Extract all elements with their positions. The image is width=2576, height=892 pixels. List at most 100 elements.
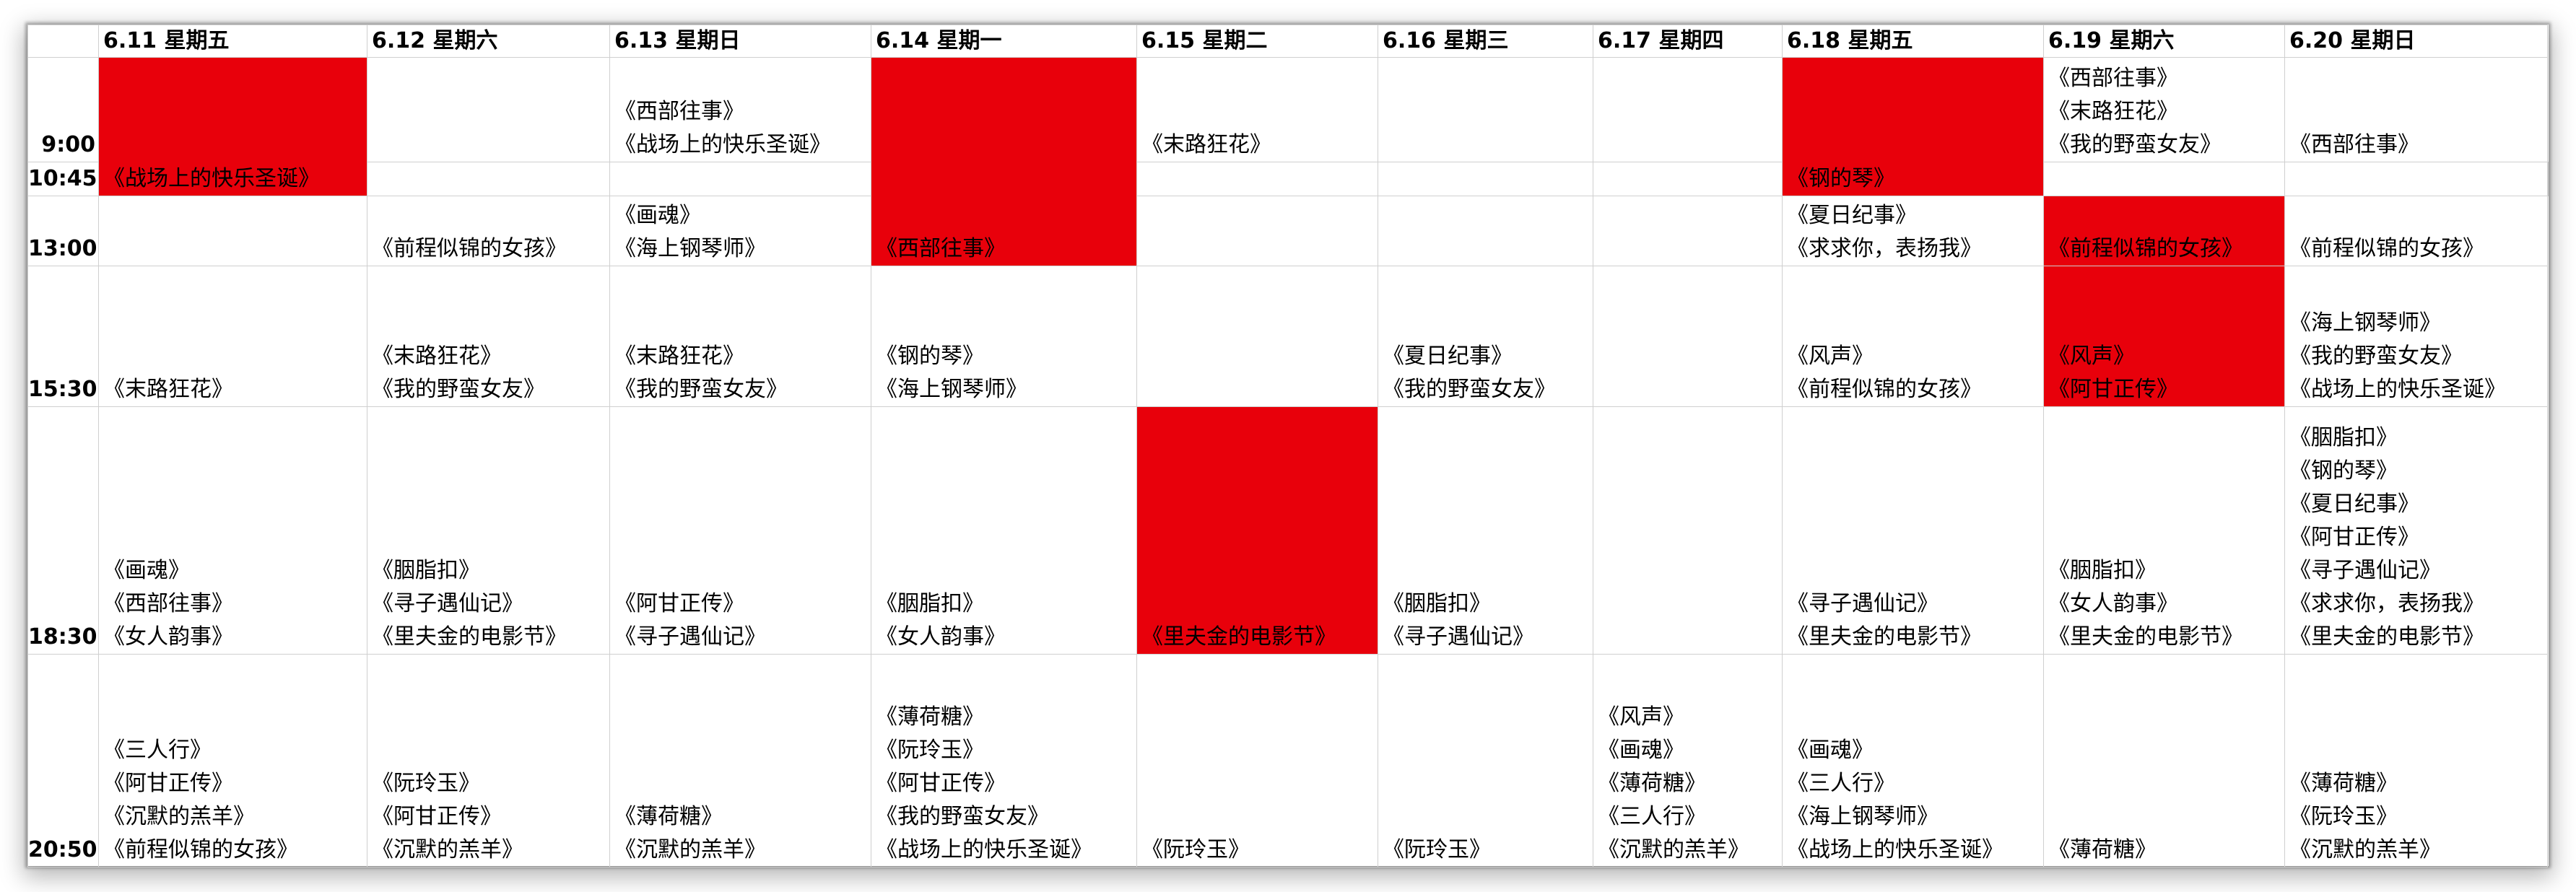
film-title: 《风声》	[1598, 704, 1684, 730]
schedule-cell[interactable]: 《风声》 《画魂》 《薄荷糖》 《三人行》 《沉默的羔羊》	[1593, 654, 1783, 867]
day-header[interactable]: 6.19 星期六	[2043, 25, 2285, 58]
schedule-cell[interactable]: 《薄荷糖》 《沉默的羔羊》	[609, 654, 871, 867]
schedule-cell[interactable]: 《西部往事》 《末路狂花》 《我的野蛮女友》	[2043, 57, 2285, 162]
schedule-cell[interactable]	[1136, 162, 1378, 196]
day-header[interactable]: 6.12 星期六	[367, 25, 610, 58]
schedule-cell[interactable]	[1593, 266, 1783, 407]
film-title: 《画魂》	[1787, 738, 1874, 763]
schedule-cell[interactable]: 《西部往事》	[2284, 57, 2548, 162]
film-title: 《女人韵事》	[876, 624, 1006, 650]
schedule-cell[interactable]: 《海上钢琴师》 《我的野蛮女友》 《战场上的快乐圣诞》	[2284, 266, 2548, 407]
schedule-cell[interactable]: 《胭脂扣》 《寻子遇仙记》 《里夫金的电影节》	[367, 406, 610, 655]
film-title: 《沉默的羔羊》	[103, 804, 255, 829]
schedule-cell[interactable]	[367, 57, 610, 162]
film-title: 《胭脂扣》	[372, 558, 480, 583]
schedule-cell[interactable]: 《胭脂扣》 《钢的琴》 《夏日纪事》 《阿甘正传》 《寻子遇仙记》 《求求你，表扬我》 《里…	[2284, 406, 2548, 655]
schedule-cell[interactable]: 《风声》 《前程似锦的女孩》	[1782, 266, 2044, 407]
time-label[interactable]: 18:30	[27, 406, 99, 655]
schedule-cell[interactable]: 《前程似锦的女孩》	[367, 196, 610, 266]
schedule-cell[interactable]	[2547, 162, 2549, 196]
film-title: 《西部往事》	[2048, 66, 2178, 91]
film-title: 《薄荷糖》	[2048, 837, 2157, 862]
schedule-cell[interactable]: 《风声》 《阿甘正传》	[2043, 266, 2285, 407]
day-header[interactable]: 6.13 星期日	[609, 25, 871, 58]
schedule-cell[interactable]: 《三人行》 《阿甘正传》 《沉默的羔羊》 《前程似锦的女孩》	[98, 654, 367, 867]
schedule-cell[interactable]: 《前程似锦的女孩》	[2043, 196, 2285, 266]
film-title: 《三人行》	[1787, 771, 1895, 796]
film-title: 《阮玲玉》	[1383, 837, 1491, 862]
schedule-cell[interactable]: 《钢的琴》 《海上钢琴师》	[871, 266, 1137, 407]
schedule-cell[interactable]	[1378, 196, 1593, 266]
schedule-cell[interactable]: 《阿甘正传》 《寻子遇仙记》	[609, 406, 871, 655]
film-title: 《女人韵事》	[103, 624, 233, 650]
schedule-cell[interactable]: 《西部往事》 《战场上的快乐圣诞》	[609, 57, 871, 162]
schedule-cell[interactable]	[1136, 196, 1378, 266]
schedule-cell[interactable]: 《战场上的快乐圣诞》	[98, 57, 367, 196]
film-title: 《战场上的快乐圣诞》	[1787, 837, 2003, 862]
schedule-cell[interactable]	[1136, 266, 1378, 407]
corner-cell[interactable]	[27, 25, 99, 58]
schedule-cell[interactable]: 《画魂》 《三人行》 《海上钢琴师》 《战场上的快乐圣诞》	[1782, 654, 2044, 867]
schedule-cell[interactable]: 《阮玲玉》	[1136, 654, 1378, 867]
day-header[interactable]: 6.14 星期一	[871, 25, 1137, 58]
schedule-cell[interactable]: 《胭脂扣》 《寻子遇仙记》	[1378, 406, 1593, 655]
film-title: 《胭脂扣》	[1383, 591, 1491, 616]
schedule-cell[interactable]: 《薄荷糖》	[2043, 654, 2285, 867]
schedule-cell[interactable]	[609, 162, 871, 196]
schedule-cell[interactable]: 《薄荷糖》 《阮玲玉》 《沉默的羔羊》	[2284, 654, 2548, 867]
day-header[interactable]: 6.18 星期五	[1782, 25, 2044, 58]
schedule-cell[interactable]: 《阮玲玉》	[1378, 654, 1593, 867]
day-header[interactable]: 6.20 星期日	[2284, 25, 2548, 58]
time-row: 13:00 《前程似锦的女孩》 《画魂》 《海上钢琴师》 《夏日纪事》 《求求你，表…	[27, 196, 2549, 266]
day-header[interactable]: 6.17 星期四	[1593, 25, 1783, 58]
schedule-cell[interactable]: 《钢的琴》	[1782, 57, 2044, 196]
film-title: 《我的野蛮女友》	[372, 377, 545, 402]
schedule-cell[interactable]: 《夏日纪事》 《我的野蛮女友》	[1378, 266, 1593, 407]
schedule-cell[interactable]: 《末路狂花》《我的野蛮女友》	[609, 266, 871, 407]
schedule-cell[interactable]: 《阮玲玉》 《阿甘正传》 《沉默的羔羊》	[367, 654, 610, 867]
time-label[interactable]: 10:45	[27, 162, 99, 196]
schedule-cell[interactable]: 《薄荷糖》 《阮玲玉》 《阿甘正传》 《我的野蛮女友》 《战场上的快乐圣诞》	[871, 654, 1137, 867]
schedule-cell[interactable]: 《西部往事》	[871, 57, 1137, 266]
film-title: 《薄荷糖》	[876, 704, 984, 730]
film-title: 《阮玲玉》	[876, 738, 984, 763]
film-title: 《前程似锦的女孩》	[2289, 236, 2484, 261]
schedule-cell[interactable]: 《末路狂花》	[1136, 57, 1378, 162]
day-header[interactable]: 6.16 星期三	[1378, 25, 1593, 58]
schedule-cell[interactable]: 《末路狂花》 《我的野蛮女友》	[367, 266, 610, 407]
schedule-cell[interactable]	[2043, 162, 2285, 196]
schedule-cell[interactable]	[1593, 162, 1783, 196]
schedule-cell[interactable]	[98, 196, 367, 266]
schedule-cell[interactable]	[367, 162, 610, 196]
film-title: 《胭脂扣》	[2289, 425, 2398, 450]
schedule-cell[interactable]	[1378, 162, 1593, 196]
header-row: 6.11 星期五 6.12 星期六 6.13 星期日 6.14 星期一 6.15…	[27, 25, 2549, 58]
schedule-cell[interactable]	[1378, 57, 1593, 162]
schedule-table: 6.11 星期五 6.12 星期六 6.13 星期日 6.14 星期一 6.15…	[27, 25, 2549, 867]
schedule-cell[interactable]: 《前程似锦的女孩》	[2284, 196, 2548, 266]
schedule-cell[interactable]	[1593, 57, 1783, 162]
film-title: 《海上钢琴师》	[2289, 310, 2441, 336]
schedule-cell[interactable]	[2284, 162, 2548, 196]
schedule-cell[interactable]	[1593, 406, 1783, 655]
schedule-cell[interactable]: 《画魂》 《西部往事》 《女人韵事》	[98, 406, 367, 655]
film-title: 《里夫金的电影节》	[2048, 624, 2243, 650]
schedule-cell[interactable]: 《画魂》 《海上钢琴师》	[609, 196, 871, 266]
time-label[interactable]: 9:00	[27, 57, 99, 162]
schedule-cell[interactable]: 《里夫金的电影节》	[1136, 406, 1378, 655]
time-label[interactable]: 15:30	[27, 266, 99, 407]
schedule-cell[interactable]: 《胭脂扣》 《女人韵事》 《里夫金的电影节》	[2043, 406, 2285, 655]
day-header[interactable]: 6.15 星期二	[1136, 25, 1378, 58]
film-title: 《阿甘正传》	[614, 591, 744, 616]
film-title: 《我的野蛮女友》	[614, 377, 788, 402]
day-header[interactable]: 6.11 星期五	[98, 25, 367, 58]
schedule-cell[interactable]: 《胭脂扣》 《女人韵事》	[871, 406, 1137, 655]
film-title: 《末路狂花》	[614, 344, 744, 369]
schedule-cell[interactable]: 《末路狂花》	[98, 266, 367, 407]
schedule-cell[interactable]: 《夏日纪事》 《求求你，表扬我》	[1782, 196, 2044, 266]
time-label[interactable]: 20:50	[27, 654, 99, 867]
schedule-cell[interactable]: 《寻子遇仙记》 《里夫金的电影节》	[1782, 406, 2044, 655]
film-title: 《阮玲玉》	[2289, 804, 2398, 829]
schedule-cell[interactable]	[1593, 196, 1783, 266]
time-label[interactable]: 13:00	[27, 196, 99, 266]
